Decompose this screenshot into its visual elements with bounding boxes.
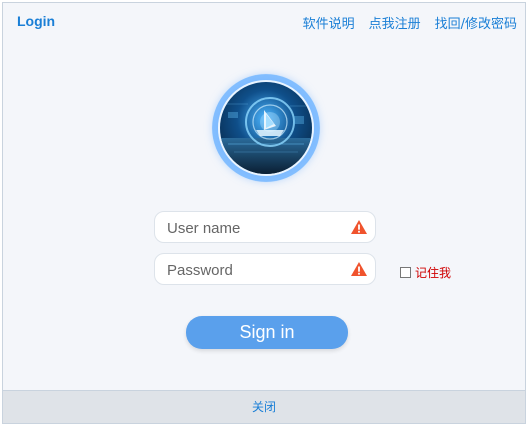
recover-password-link[interactable]: 找回/修改密码	[435, 13, 517, 32]
window-title: Login	[17, 13, 56, 29]
password-field	[154, 253, 376, 285]
sign-in-button[interactable]: Sign in	[186, 316, 348, 349]
top-links: 软件说明 点我注册 找回/修改密码	[303, 13, 517, 32]
close-link[interactable]: 关闭	[252, 400, 276, 414]
username-input[interactable]	[165, 217, 349, 239]
password-input[interactable]	[165, 259, 349, 281]
warning-icon	[351, 262, 367, 276]
remember-me-checkbox[interactable]	[400, 267, 411, 278]
avatar	[218, 80, 314, 176]
login-window: Login 软件说明 点我注册 找回/修改密码 User name 记住我 Si…	[2, 2, 526, 424]
network-ship-avatar-icon	[220, 82, 312, 174]
help-link[interactable]: 软件说明	[303, 13, 355, 32]
remember-me[interactable]: 记住我	[400, 264, 451, 281]
footer-bar: 关闭	[3, 390, 525, 423]
warning-icon	[351, 220, 367, 234]
register-link[interactable]: 点我注册	[369, 13, 421, 32]
username-field	[154, 211, 376, 243]
avatar-glow	[212, 74, 320, 182]
remember-me-label: 记住我	[415, 266, 452, 280]
